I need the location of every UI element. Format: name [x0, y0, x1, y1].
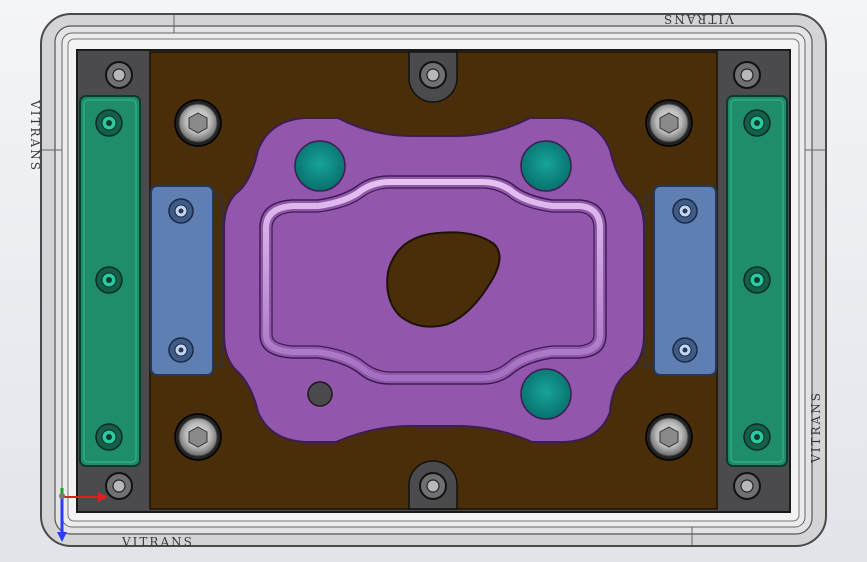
socket-head-bolt-icon: [174, 99, 222, 147]
pilot-pin-icon: [520, 140, 572, 192]
socket-head-bolt-icon: [95, 109, 123, 137]
bolt-hole-icon: [733, 472, 761, 500]
pilot-pin-icon: [294, 140, 346, 192]
socket-head-bolt-icon: [168, 337, 194, 363]
engraving-top: VITRANS: [662, 12, 734, 26]
bolt-hole-icon: [105, 61, 133, 89]
socket-head-bolt-icon: [672, 198, 698, 224]
pilot-pin-icon: [520, 368, 572, 420]
bolt-hole-icon: [733, 61, 761, 89]
socket-head-bolt-icon: [672, 337, 698, 363]
socket-head-bolt-icon: [95, 266, 123, 294]
socket-head-bolt-icon: [174, 413, 222, 461]
socket-head-bolt-icon: [743, 266, 771, 294]
socket-head-bolt-icon: [743, 109, 771, 137]
socket-head-bolt-icon: [95, 423, 123, 451]
engraving-left: VITRANS: [27, 100, 42, 172]
engraving-bottom: VITRANS: [122, 535, 194, 549]
socket-head-bolt-icon: [743, 423, 771, 451]
bolt-hole-icon: [419, 472, 447, 500]
bolt-hole-icon: [419, 61, 447, 89]
cad-viewport[interactable]: [0, 0, 867, 562]
socket-head-bolt-icon: [645, 99, 693, 147]
engraving-right: VITRANS: [808, 391, 823, 463]
socket-head-bolt-icon: [645, 413, 693, 461]
stamped-part: [223, 117, 645, 443]
socket-head-bolt-icon: [168, 198, 194, 224]
bolt-hole-icon: [105, 472, 133, 500]
